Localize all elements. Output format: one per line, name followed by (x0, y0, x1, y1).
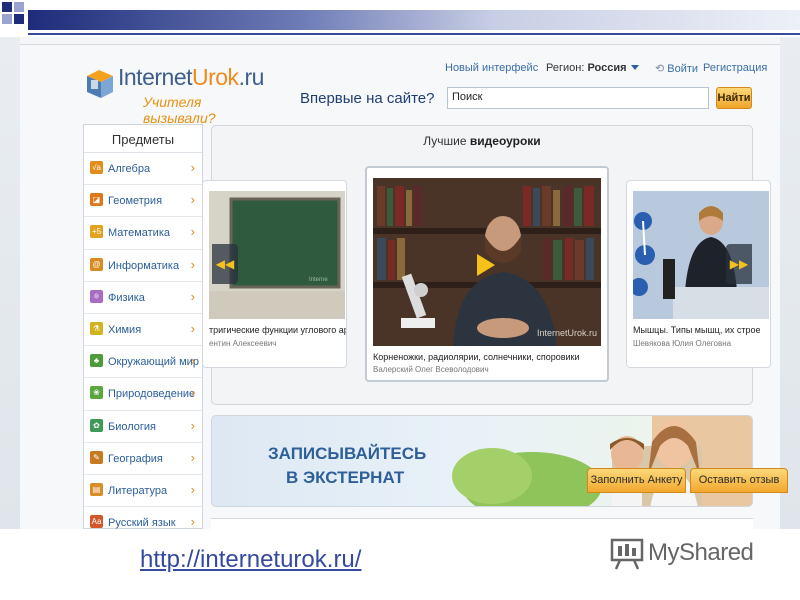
sidebar-item[interactable]: ❀ Природоведение › (84, 378, 202, 411)
externat-banner[interactable]: ЗАПИСЫВАЙТЕСЬ В ЭКСТЕРНАТ (211, 415, 753, 507)
login-link[interactable]: ⟲ Войти (655, 62, 698, 75)
sidebar-item[interactable]: Аа Русский язык › (84, 507, 202, 529)
presentation-board-icon (610, 538, 644, 570)
chevron-right-icon: › (190, 192, 195, 208)
register-link[interactable]: Регистрация (703, 62, 767, 74)
video-caption: тригические функции углового ар (209, 325, 347, 335)
sidebar-title: Предметы (84, 125, 202, 153)
algebra-icon: √a (90, 161, 103, 174)
chevron-right-icon: › (190, 160, 195, 175)
book-logo-icon (87, 70, 113, 98)
chemistry-icon: ⚗ (90, 321, 103, 335)
browser-strip (20, 37, 780, 45)
russian-icon: Аа (90, 515, 103, 529)
region-value: Россия (587, 62, 627, 74)
children-photo (452, 416, 752, 506)
sidebar-item-label: Литература (108, 484, 168, 497)
panel-title: Лучшие видеоуроки (423, 134, 541, 148)
informatics-icon: @ (90, 257, 103, 271)
region-selector[interactable]: Регион: Россия (546, 62, 639, 74)
geography-icon: ✎ (90, 450, 103, 464)
site-url-link[interactable]: http://interneturok.ru/ (140, 546, 361, 574)
chevron-right-icon: › (190, 385, 195, 401)
world-icon: ♣ (90, 354, 103, 368)
video-author: ентин Алексеевич (209, 339, 277, 348)
web-page: InternetUrok.ru Учителя вызывали? Впервы… (20, 45, 780, 529)
chevron-right-icon: › (190, 320, 195, 336)
math-icon: +5 (90, 225, 103, 239)
sidebar-item[interactable]: ⚛ Физика › (84, 282, 202, 314)
chevron-right-icon: › (190, 417, 195, 433)
video-caption: Корненожки, радиолярии, солнечники, спор… (373, 352, 580, 362)
sidebar-item[interactable]: +5 Математика › (84, 217, 202, 250)
teacher-video-thumbnail: InternetUrok.ru (373, 178, 601, 346)
video-author: Шевякова Юлия Олеговна (633, 339, 732, 348)
first-time-link[interactable]: Впервые на сайте? (300, 90, 434, 107)
chevron-right-icon: › (190, 256, 195, 272)
website-screenshot: InternetUrok.ru Учителя вызывали? Впервы… (0, 37, 800, 529)
video-author: Валерский Олег Всеволодович (373, 365, 489, 374)
sidebar-item-label: Геометрия (108, 195, 163, 208)
sidebar-item[interactable]: ▤ Литература › (84, 475, 202, 508)
nature-icon: ❀ (90, 386, 103, 400)
sidebar-item[interactable]: @ Информатика › (84, 250, 202, 282)
sidebar-item-label: Биология (108, 420, 157, 433)
slide: InternetUrok.ru Учителя вызывали? Впервы… (0, 0, 800, 600)
logo-title: InternetUrok.ru (118, 64, 264, 90)
sidebar-item-label: Алгебра (108, 163, 151, 175)
new-interface-link[interactable]: Новый интерфейс (445, 62, 538, 74)
sidebar-item[interactable]: ⚗ Химия › (84, 314, 202, 347)
biology-icon: ✿ (90, 418, 103, 432)
sidebar-item[interactable]: ✿ Биология › (84, 411, 202, 443)
myshared-logo: MyShared (610, 536, 780, 572)
chevron-right-icon: › (190, 288, 195, 304)
sidebar-item-label: География (108, 452, 163, 465)
sidebar-item-label: Информатика (108, 259, 180, 272)
leave-review-button[interactable]: Оставить отзыв (690, 468, 788, 493)
sidebar-item-label: Физика (108, 291, 145, 304)
chevron-right-icon: › (190, 224, 195, 240)
login-icon: ⟲ (655, 63, 665, 75)
chevron-right-icon: › (190, 449, 195, 465)
region-label: Регион: (546, 62, 585, 74)
carousel-next-button[interactable]: ▶▶ (726, 244, 752, 284)
video-watermark: InternetUrok.ru (537, 328, 597, 338)
svg-text:Interne: Interne (309, 277, 328, 283)
video-caption: Мышцы. Типы мышц, их строе (633, 325, 761, 335)
banner-text: ЗАПИСЫВАЙТЕСЬ В ЭКСТЕРНАТ (268, 444, 427, 487)
literature-icon: ▤ (90, 482, 103, 496)
best-videos-panel: Лучшие видеоуроки Interne тригические фу… (202, 125, 771, 405)
sidebar-item-label: Химия (108, 323, 142, 336)
decor-bar (28, 10, 800, 30)
dropdown-triangle-icon (630, 65, 639, 70)
chevron-right-icon: › (190, 514, 195, 529)
brand-name: MyShared (648, 539, 754, 566)
chevron-right-icon: › (190, 481, 195, 497)
search-input[interactable]: Поиск (447, 87, 709, 109)
physics-icon: ⚛ (90, 289, 103, 303)
geometry-icon: ◪ (90, 193, 103, 207)
content-bottom-strip (211, 518, 753, 529)
video-card-featured[interactable]: InternetUrok.ru Корненожки, радиолярии, … (365, 166, 609, 382)
sidebar-item-label: Русский язык (108, 517, 176, 529)
carousel-prev-button[interactable]: ◀◀ (212, 244, 238, 284)
sidebar-item-label: Математика (108, 227, 170, 240)
sidebar-item[interactable]: ♣ Окружающий мир › (84, 346, 202, 379)
chevron-right-icon: › (190, 353, 195, 369)
site-logo[interactable]: InternetUrok.ru Учителя вызывали? (85, 60, 275, 126)
sidebar-item-label: Окружающий мир (108, 356, 199, 369)
logo-tagline: Учителя вызывали? (143, 94, 216, 126)
sidebar-item[interactable]: ◪ Геометрия › (84, 185, 202, 218)
subjects-sidebar: Предметы √a Алгебра › ◪ Геометрия › +5 Математи… (83, 124, 203, 529)
sidebar-item[interactable]: ✎ География › (84, 443, 202, 475)
sidebar-item[interactable]: √a Алгебра › (84, 153, 202, 186)
sidebar-item-label: Природоведение (108, 388, 196, 401)
search-button[interactable]: Найти (716, 87, 752, 109)
fill-form-button[interactable]: Заполнить Анкету (587, 468, 686, 493)
decor-line (28, 33, 800, 35)
